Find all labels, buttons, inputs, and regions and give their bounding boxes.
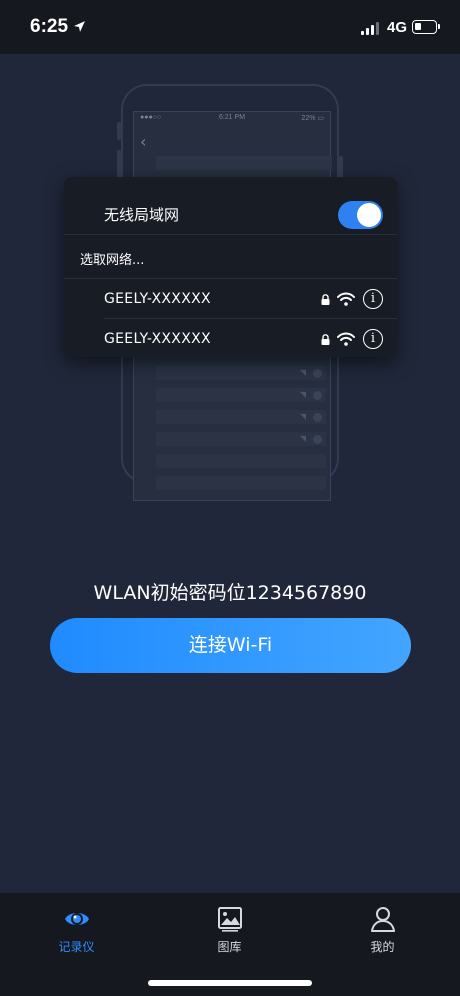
location-arrow-icon: [74, 21, 85, 32]
tab-profile[interactable]: 我的: [306, 893, 459, 965]
tab-profile-label: 我的: [370, 940, 395, 954]
mock-battery: 22% ▭: [301, 115, 324, 122]
tab-gallery-label: 图库: [217, 940, 242, 954]
tab-recorder[interactable]: 记录仪: [0, 893, 153, 965]
lock-icon: [321, 294, 330, 305]
network-name: GEELY-XXXXXX: [104, 291, 211, 307]
choose-network-label: 选取网络...: [80, 253, 145, 268]
mock-list-row: ◥: [156, 410, 326, 424]
network-row: GEELY-XXXXXX i: [64, 279, 397, 319]
mock-status-line: ●●●○○ 6:21 PM 22% ▭: [134, 112, 330, 126]
wlan-toggle: [338, 201, 383, 229]
mock-list-row: ◥: [156, 366, 326, 380]
mock-header-bar: [156, 156, 332, 170]
mock-list-row: [156, 454, 326, 468]
mock-list-row: ◥: [156, 388, 326, 402]
wlan-toggle-row: 无线局域网: [64, 177, 397, 235]
wlan-popup-card: 无线局域网 选取网络... GEELY-XXXXXX i GEELY-XXXXX…: [64, 177, 397, 357]
battery-icon: [412, 20, 440, 34]
eye-icon: [64, 913, 89, 925]
lock-icon: [321, 334, 330, 345]
home-indicator[interactable]: [148, 980, 312, 986]
status-time: 6:25: [30, 16, 69, 37]
wifi-icon: [337, 332, 355, 346]
gallery-icon: [217, 907, 242, 932]
wlan-label: 无线局域网: [104, 206, 180, 224]
status-bar: 6:25 4G: [0, 0, 460, 54]
network-row: GEELY-XXXXXX i: [64, 319, 397, 359]
info-icon: i: [363, 289, 383, 309]
wifi-setup-illustration: ●●●○○ 6:21 PM 22% ▭ ‹ ◥ ◥ ◥ ◥ 无线局域网 选取网络…: [0, 54, 460, 501]
tab-recorder-label: 记录仪: [58, 940, 95, 954]
mock-back-icon: ‹: [140, 132, 147, 151]
mock-list-row: ◥: [156, 432, 326, 446]
connect-wifi-button[interactable]: 连接Wi-Fi: [50, 618, 411, 673]
signal-strength-icon: [361, 22, 381, 35]
wifi-icon: [337, 292, 355, 306]
network-type: 4G: [387, 19, 408, 36]
mock-list-row: [156, 476, 326, 490]
wlan-password-hint: WLAN初始密码位1234567890: [93, 582, 367, 604]
tab-gallery[interactable]: 图库: [153, 893, 306, 965]
info-icon: i: [363, 329, 383, 349]
network-name: GEELY-XXXXXX: [104, 331, 211, 347]
user-icon: [370, 907, 395, 932]
